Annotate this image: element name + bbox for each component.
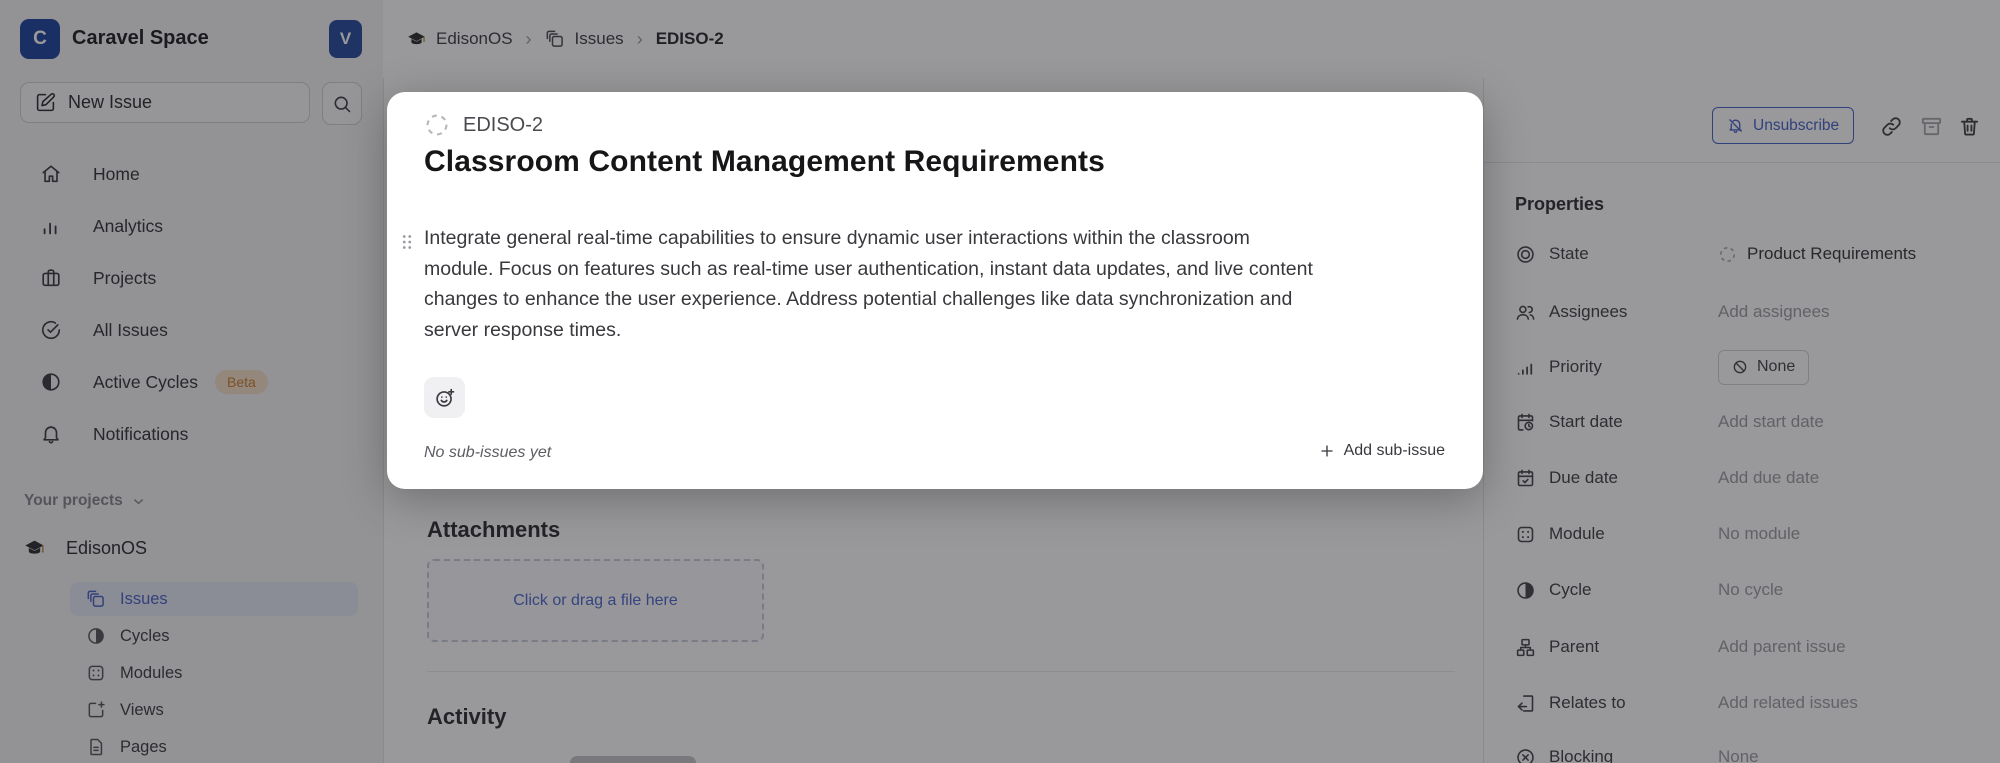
add-sub-issue-button[interactable]: Add sub-issue [1319, 442, 1445, 460]
description-line: server response times. [424, 315, 1444, 346]
issue-id: EDISO-2 [463, 114, 543, 137]
smile-plus-icon [434, 387, 456, 409]
issue-peek-modal: EDISO-2 Classroom Content Management Req… [387, 92, 1483, 489]
app-root: C Caravel Space V New Issue Home Analyti… [0, 0, 2000, 763]
description-line: changes to enhance the user experience. … [424, 284, 1444, 315]
add-sub-issue-label: Add sub-issue [1344, 442, 1445, 460]
issue-description[interactable]: Integrate general real-time capabilities… [424, 223, 1444, 345]
description-line: Integrate general real-time capabilities… [424, 223, 1444, 254]
issue-title[interactable]: Classroom Content Management Requirement… [424, 145, 1105, 179]
add-reaction-button[interactable] [424, 377, 465, 418]
drag-handle-icon[interactable] [396, 231, 418, 253]
sub-issues-empty-text: No sub-issues yet [424, 444, 551, 462]
description-line: module. Focus on features such as real-t… [424, 254, 1444, 285]
issue-id-row: EDISO-2 [424, 112, 543, 138]
dashed-circle-icon [424, 112, 450, 138]
plus-icon [1319, 443, 1335, 459]
